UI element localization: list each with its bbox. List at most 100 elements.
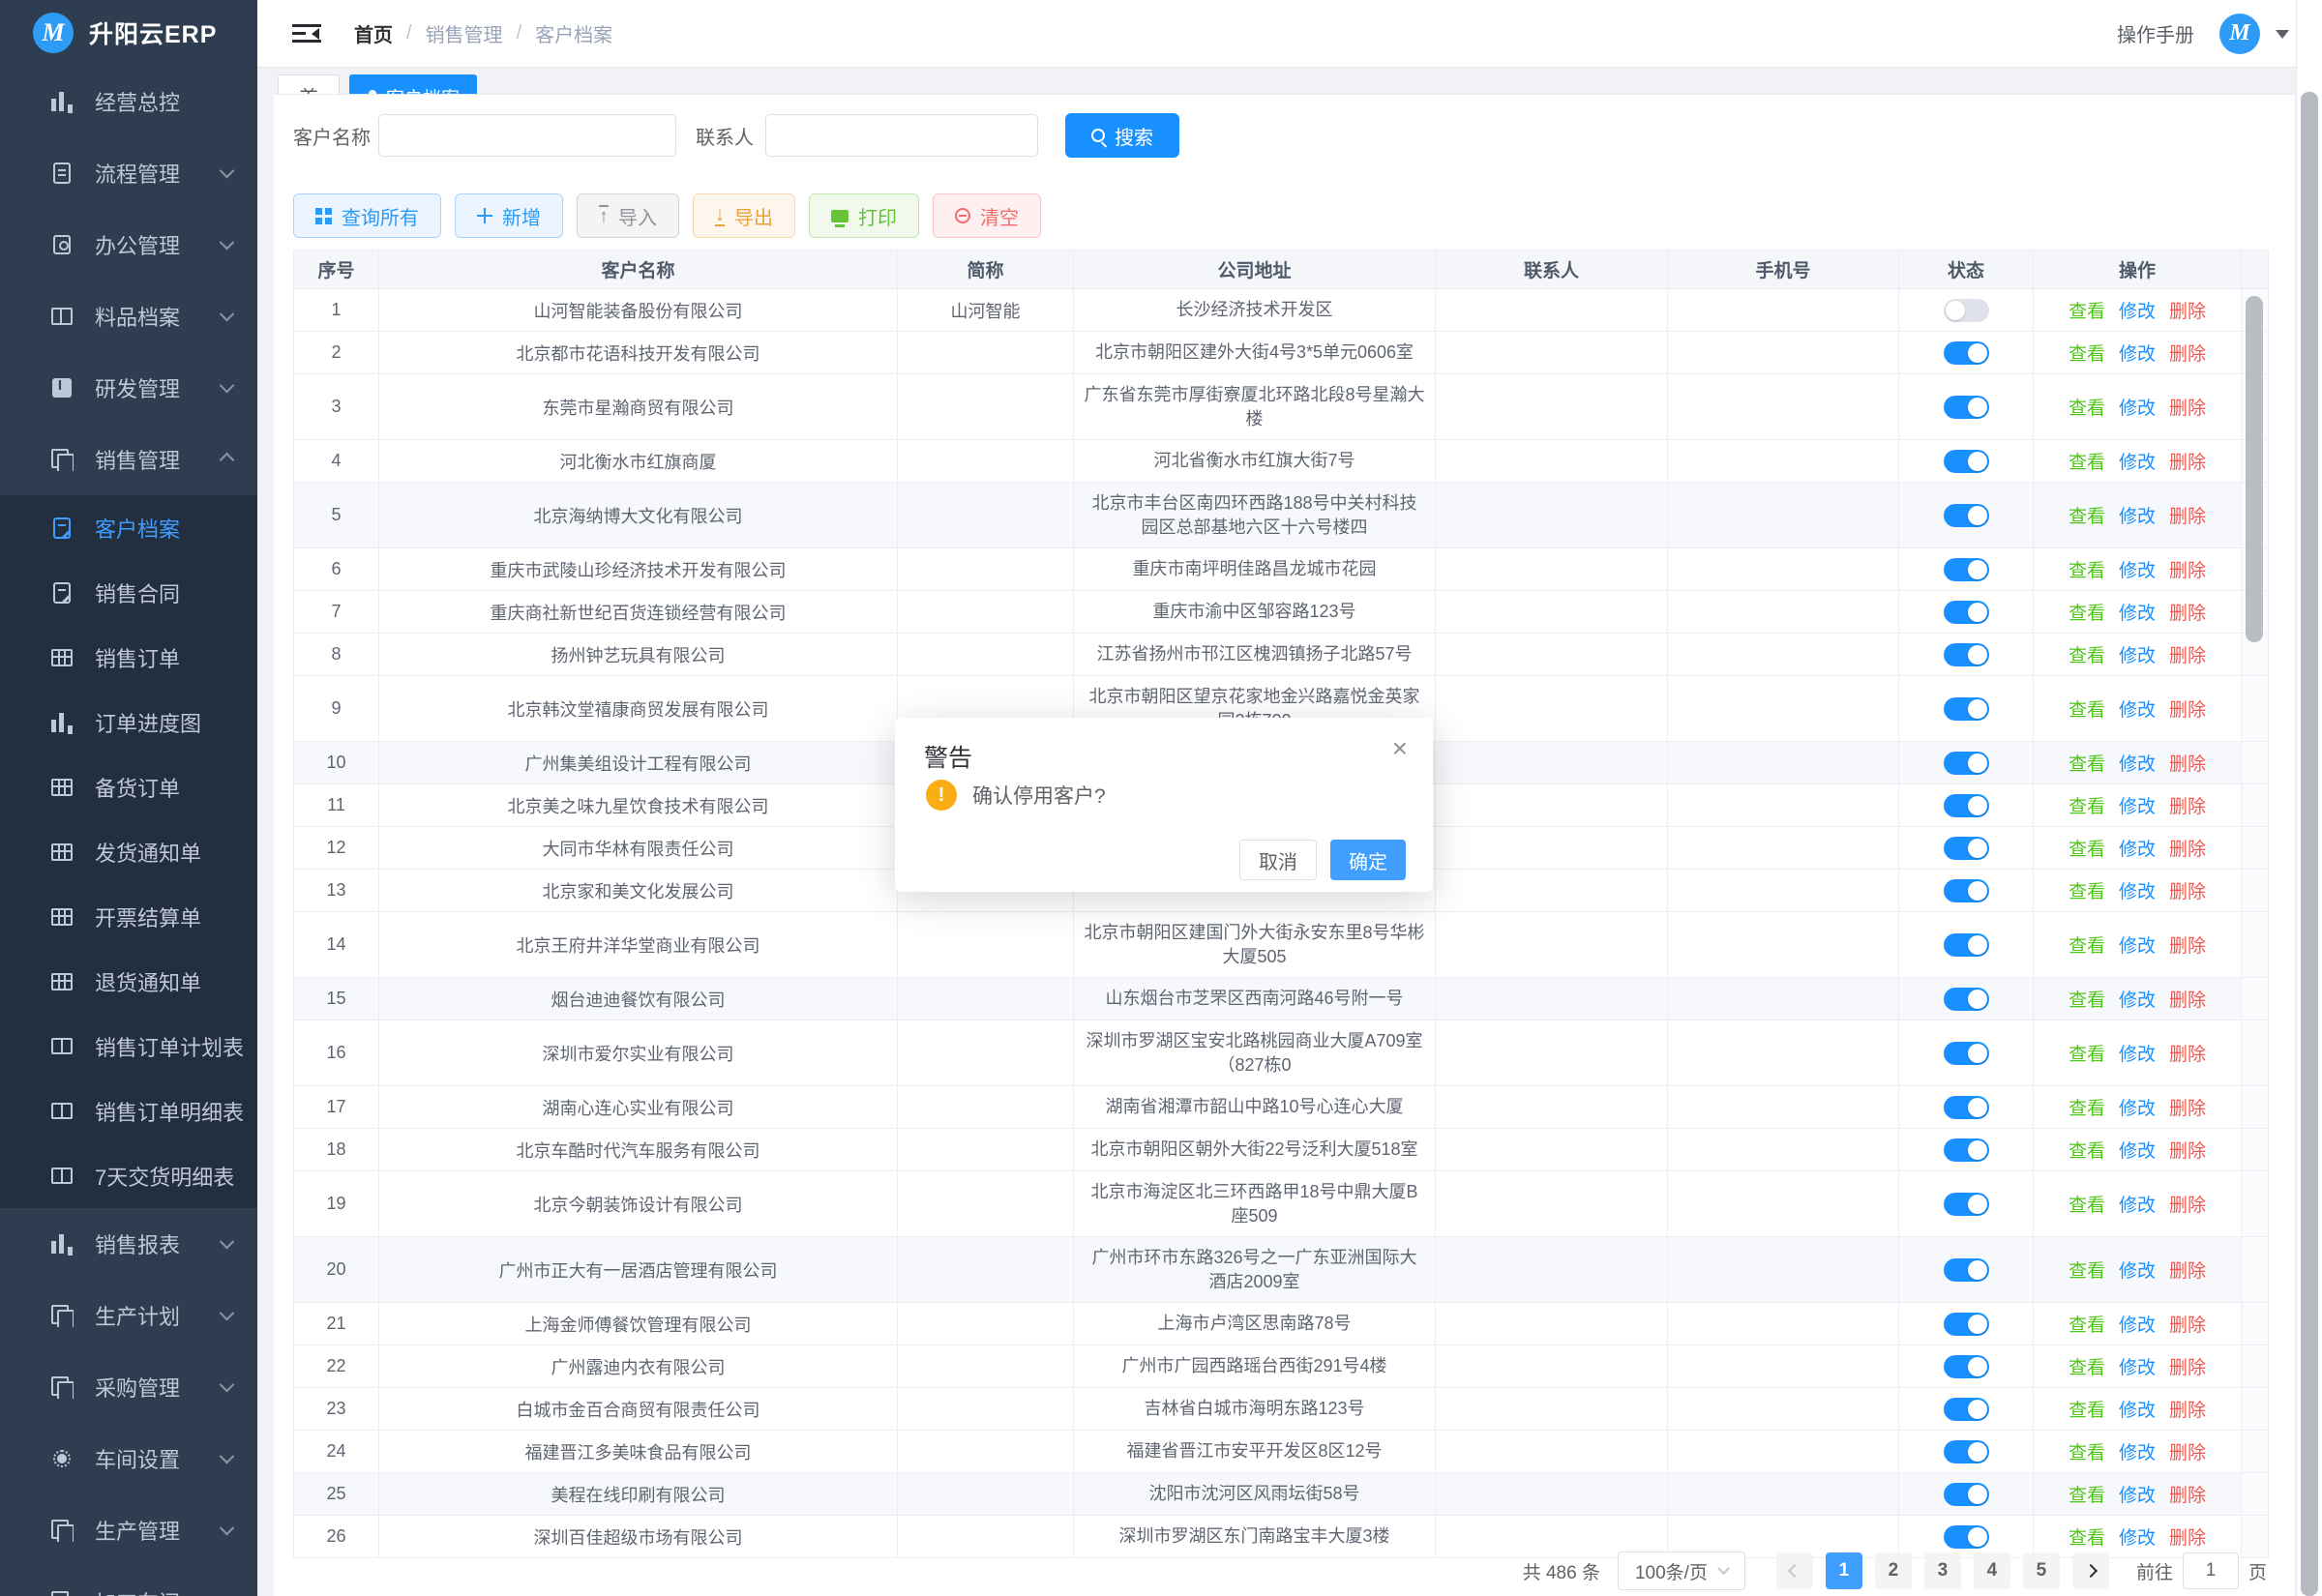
edit-link[interactable]: 修改: [2119, 604, 2156, 624]
view-link[interactable]: 查看: [2069, 1486, 2105, 1506]
status-toggle[interactable]: [1944, 1440, 1989, 1463]
sidebar-item-customer-archive[interactable]: 客户档案: [0, 495, 257, 560]
status-toggle[interactable]: [1944, 601, 1989, 624]
edit-link[interactable]: 修改: [2119, 1099, 2156, 1119]
view-link[interactable]: 查看: [2069, 1401, 2105, 1421]
next-page-button[interactable]: [2072, 1552, 2109, 1589]
view-link[interactable]: 查看: [2069, 1099, 2105, 1119]
query-all-button[interactable]: 查询所有: [293, 193, 441, 238]
sidebar-item-delivery-7day-detail[interactable]: 7天交货明细表: [0, 1143, 257, 1208]
view-link[interactable]: 查看: [2069, 646, 2105, 666]
view-link[interactable]: 查看: [2069, 344, 2105, 365]
import-button[interactable]: ↑导入: [577, 193, 679, 238]
status-toggle[interactable]: [1944, 752, 1989, 775]
edit-link[interactable]: 修改: [2119, 700, 2156, 721]
view-link[interactable]: 查看: [2069, 990, 2105, 1011]
delete-link[interactable]: 删除: [2169, 1196, 2206, 1216]
sidebar-item-sales-mgmt[interactable]: 销售管理: [0, 424, 257, 495]
edit-link[interactable]: 修改: [2119, 399, 2156, 419]
status-toggle[interactable]: [1944, 558, 1989, 581]
sidebar-item-sales-report[interactable]: 销售报表: [0, 1208, 257, 1280]
page-button-3[interactable]: 3: [1924, 1552, 1961, 1589]
view-link[interactable]: 查看: [2069, 1315, 2105, 1336]
delete-link[interactable]: 删除: [2169, 1261, 2206, 1282]
view-link[interactable]: 查看: [2069, 302, 2105, 322]
sidebar-item-stock-order[interactable]: 备货订单: [0, 754, 257, 819]
view-link[interactable]: 查看: [2069, 1528, 2105, 1549]
view-link[interactable]: 查看: [2069, 507, 2105, 527]
sidebar-item-office-mgmt[interactable]: 办公管理: [0, 209, 257, 281]
sidebar-item-return-notice[interactable]: 退货通知单: [0, 949, 257, 1014]
sidebar-item-sales-order-detail[interactable]: 销售订单明细表: [0, 1079, 257, 1143]
export-button[interactable]: ↓导出: [693, 193, 795, 238]
sidebar-item-rd-mgmt[interactable]: 研发管理: [0, 352, 257, 424]
edit-link[interactable]: 修改: [2119, 754, 2156, 775]
delete-link[interactable]: 删除: [2169, 1141, 2206, 1162]
breadcrumb-home[interactable]: 首页: [354, 19, 393, 47]
page-button-1[interactable]: 1: [1826, 1552, 1862, 1589]
view-link[interactable]: 查看: [2069, 840, 2105, 860]
delete-link[interactable]: 删除: [2169, 302, 2206, 322]
sidebar-item-order-progress[interactable]: 订单进度图: [0, 690, 257, 754]
delete-link[interactable]: 删除: [2169, 453, 2206, 473]
page-button-5[interactable]: 5: [2023, 1552, 2060, 1589]
view-link[interactable]: 查看: [2069, 936, 2105, 957]
edit-link[interactable]: 修改: [2119, 1528, 2156, 1549]
edit-link[interactable]: 修改: [2119, 453, 2156, 473]
view-link[interactable]: 查看: [2069, 1045, 2105, 1065]
search-button[interactable]: 搜索: [1065, 113, 1179, 158]
status-toggle[interactable]: [1944, 341, 1989, 365]
view-link[interactable]: 查看: [2069, 754, 2105, 775]
sidebar-item-workshop-settings[interactable]: 车间设置: [0, 1423, 257, 1494]
edit-link[interactable]: 修改: [2119, 1045, 2156, 1065]
edit-link[interactable]: 修改: [2119, 646, 2156, 666]
chevron-down-icon[interactable]: [2276, 30, 2289, 45]
status-toggle[interactable]: [1944, 1355, 1989, 1378]
view-link[interactable]: 查看: [2069, 700, 2105, 721]
delete-link[interactable]: 删除: [2169, 1401, 2206, 1421]
edit-link[interactable]: 修改: [2119, 882, 2156, 902]
window-scrollbar[interactable]: [2301, 92, 2318, 1596]
status-toggle[interactable]: [1944, 1398, 1989, 1421]
edit-link[interactable]: 修改: [2119, 1486, 2156, 1506]
delete-link[interactable]: 删除: [2169, 797, 2206, 817]
customer-name-input[interactable]: [378, 114, 676, 157]
status-toggle[interactable]: [1944, 697, 1989, 721]
view-link[interactable]: 查看: [2069, 797, 2105, 817]
delete-link[interactable]: 删除: [2169, 882, 2206, 902]
view-link[interactable]: 查看: [2069, 399, 2105, 419]
avatar[interactable]: M: [2219, 14, 2260, 54]
delete-link[interactable]: 删除: [2169, 1099, 2206, 1119]
breadcrumb-sales-mgmt[interactable]: 销售管理: [426, 19, 503, 47]
view-link[interactable]: 查看: [2069, 882, 2105, 902]
status-toggle[interactable]: [1944, 450, 1989, 473]
add-button[interactable]: 新增: [455, 193, 563, 238]
edit-link[interactable]: 修改: [2119, 1401, 2156, 1421]
clear-button[interactable]: 清空: [933, 193, 1041, 238]
delete-link[interactable]: 删除: [2169, 990, 2206, 1011]
edit-link[interactable]: 修改: [2119, 1196, 2156, 1216]
status-toggle[interactable]: [1944, 1483, 1989, 1506]
edit-link[interactable]: 修改: [2119, 936, 2156, 957]
status-toggle[interactable]: [1944, 396, 1989, 419]
view-link[interactable]: 查看: [2069, 1443, 2105, 1463]
page-size-select[interactable]: 100条/页: [1618, 1552, 1745, 1590]
view-link[interactable]: 查看: [2069, 1261, 2105, 1282]
edit-link[interactable]: 修改: [2119, 1358, 2156, 1378]
status-toggle[interactable]: [1944, 299, 1989, 322]
edit-link[interactable]: 修改: [2119, 344, 2156, 365]
status-toggle[interactable]: [1944, 933, 1989, 957]
view-link[interactable]: 查看: [2069, 604, 2105, 624]
goto-page-input[interactable]: [2183, 1552, 2239, 1589]
status-toggle[interactable]: [1944, 1138, 1989, 1162]
edit-link[interactable]: 修改: [2119, 561, 2156, 581]
sidebar-item-shipping-notice[interactable]: 发货通知单: [0, 819, 257, 884]
status-toggle[interactable]: [1944, 879, 1989, 902]
delete-link[interactable]: 删除: [2169, 646, 2206, 666]
delete-link[interactable]: 删除: [2169, 1486, 2206, 1506]
sidebar-item-invoice-settlement[interactable]: 开票结算单: [0, 884, 257, 949]
sidebar-item-sales-order[interactable]: 销售订单: [0, 625, 257, 690]
status-toggle[interactable]: [1944, 1193, 1989, 1216]
view-link[interactable]: 查看: [2069, 453, 2105, 473]
delete-link[interactable]: 删除: [2169, 754, 2206, 775]
